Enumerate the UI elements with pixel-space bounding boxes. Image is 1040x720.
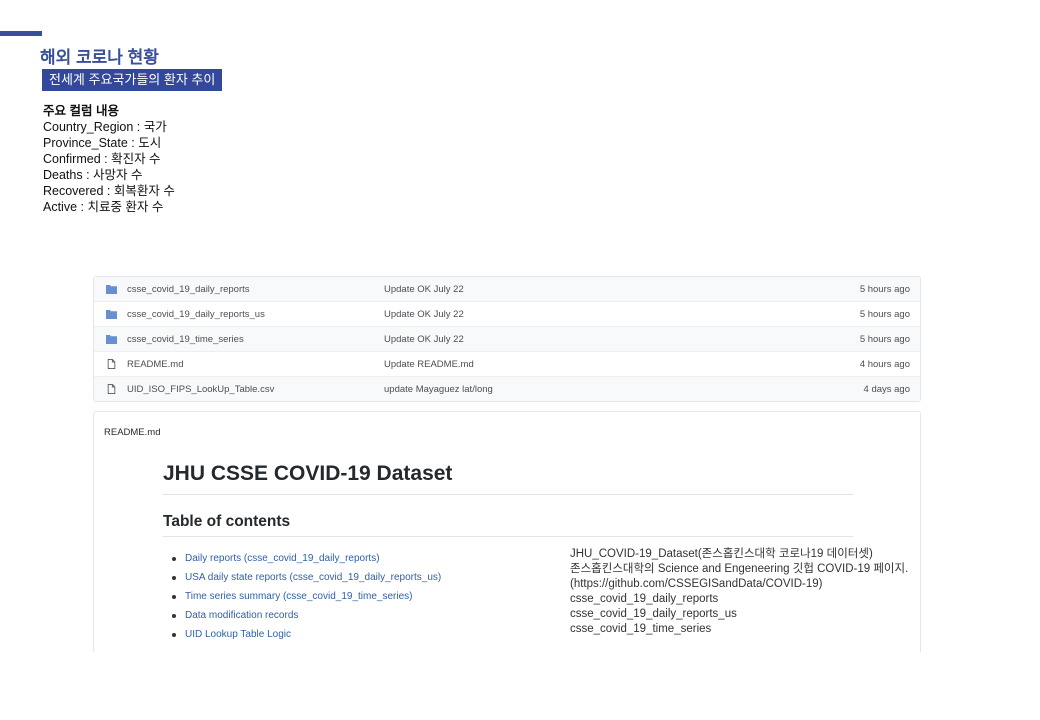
readme-panel: README.md JHU CSSE COVID-19 Dataset Tabl… [93, 411, 921, 652]
divider [163, 494, 853, 495]
commit-message[interactable]: update Mayaguez lat/long [384, 384, 493, 395]
column-description-heading: 주요 컬럼 내용 [43, 104, 119, 118]
commit-message[interactable]: Update OK July 22 [384, 284, 464, 295]
toc-link-label[interactable]: Daily reports (csse_covid_19_daily_repor… [185, 553, 380, 564]
note-line: 존스홉킨스대학의 Science and Engeneering 깃헙 COVI… [570, 563, 909, 575]
bullet-icon [172, 614, 176, 618]
file-name[interactable]: UID_ISO_FIPS_LookUp_Table.csv [127, 384, 274, 395]
column-item: Province_State : 도시 [43, 136, 162, 150]
toc-link-label[interactable]: UID Lookup Table Logic [185, 629, 291, 640]
bullet-icon [172, 557, 176, 561]
commit-message[interactable]: Update OK July 22 [384, 309, 464, 320]
file-name[interactable]: csse_covid_19_daily_reports [127, 284, 250, 295]
note-line: JHU_COVID-19_Dataset(존스홉킨스대학 코로나19 데이터셋) [570, 548, 873, 560]
column-item: Recovered : 회복환자 수 [43, 184, 175, 198]
dataset-note: JHU_COVID-19_Dataset(존스홉킨스대학 코로나19 데이터셋)… [570, 547, 908, 637]
file-icon [107, 384, 116, 394]
commit-time: 5 hours ago [859, 309, 910, 320]
note-line: (https://github.com/CSSEGISandData/COVID… [570, 578, 823, 590]
toc-link[interactable]: UID Lookup Table Logic [172, 625, 441, 644]
file-name[interactable]: README.md [127, 359, 183, 370]
toc-link[interactable]: Data modification records [172, 606, 441, 625]
accent-bar [0, 31, 42, 36]
toc-link-label[interactable]: USA daily state reports (csse_covid_19_d… [185, 572, 441, 583]
file-row[interactable]: csse_covid_19_time_series Update OK July… [94, 327, 920, 352]
readme-label: README.md [104, 427, 161, 438]
note-line: csse_covid_19_daily_reports_us [570, 608, 737, 620]
toc-link[interactable]: USA daily state reports (csse_covid_19_d… [172, 568, 441, 587]
file-name[interactable]: csse_covid_19_time_series [127, 334, 244, 345]
folder-icon [106, 310, 117, 319]
commit-message[interactable]: Update OK July 22 [384, 334, 464, 345]
note-line: csse_covid_19_daily_reports [570, 593, 719, 605]
toc-link[interactable]: Time series summary (csse_covid_19_time_… [172, 587, 441, 606]
file-row[interactable]: UID_ISO_FIPS_LookUp_Table.csv update May… [94, 377, 920, 401]
subtitle-badge: 전세계 주요국가들의 환자 추이 [42, 69, 223, 91]
commit-time: 5 hours ago [859, 284, 910, 295]
file-icon [107, 359, 116, 369]
divider [163, 536, 853, 537]
column-item: Active : 치료중 환자 수 [43, 200, 164, 214]
column-item: Confirmed : 확진자 수 [43, 152, 161, 166]
toc-heading: Table of contents [163, 513, 291, 530]
toc-link-label[interactable]: Time series summary (csse_covid_19_time_… [185, 591, 412, 602]
column-description: 주요 컬럼 내용 Country_Region : 국가 Province_St… [43, 103, 175, 215]
toc-list: Daily reports (csse_covid_19_daily_repor… [172, 549, 441, 644]
column-item: Deaths : 사망자 수 [43, 168, 143, 182]
commit-time: 4 hours ago [859, 359, 910, 370]
commit-message[interactable]: Update README.md [384, 359, 474, 370]
bullet-icon [172, 576, 176, 580]
commit-time: 4 days ago [863, 384, 910, 395]
file-row[interactable]: csse_covid_19_daily_reports Update OK Ju… [94, 277, 920, 302]
bullet-icon [172, 633, 176, 637]
commit-time: 5 hours ago [859, 334, 910, 345]
page-title: 해외 코로나 현황 [40, 48, 159, 67]
folder-icon [106, 335, 117, 344]
toc-link-label[interactable]: Data modification records [185, 610, 298, 621]
file-list: csse_covid_19_daily_reports Update OK Ju… [93, 276, 921, 402]
note-line: csse_covid_19_time_series [570, 623, 712, 635]
folder-icon [106, 285, 117, 294]
column-item: Country_Region : 국가 [43, 120, 167, 134]
readme-title: JHU CSSE COVID-19 Dataset [163, 462, 453, 485]
bullet-icon [172, 595, 176, 599]
file-name[interactable]: csse_covid_19_daily_reports_us [127, 309, 265, 320]
toc-link[interactable]: Daily reports (csse_covid_19_daily_repor… [172, 549, 441, 568]
file-row[interactable]: README.md Update README.md 4 hours ago [94, 352, 920, 377]
file-row[interactable]: csse_covid_19_daily_reports_us Update OK… [94, 302, 920, 327]
